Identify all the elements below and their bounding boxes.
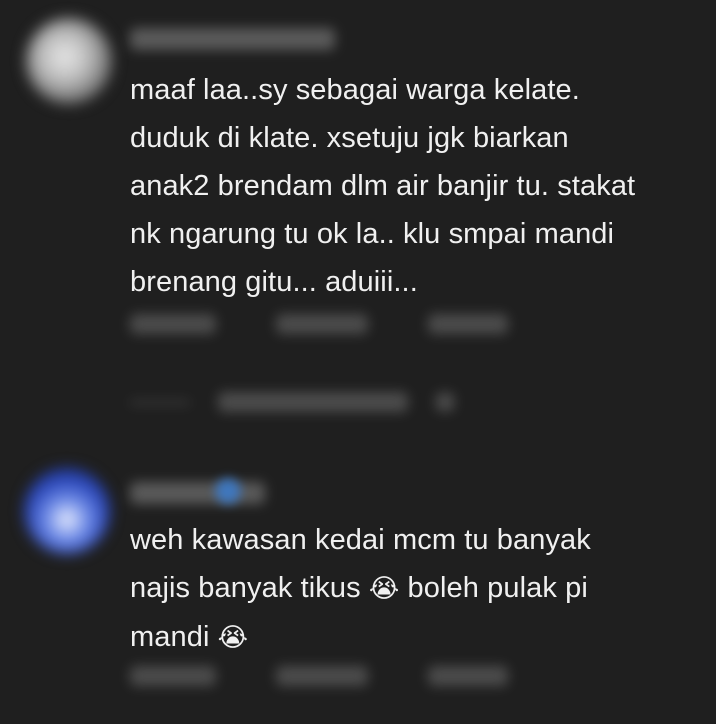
comment-line: maaf laa..sy sebagai warga kelate.	[130, 74, 580, 106]
comment-line: anak2 brendam dlm air banjir tu. stakat	[130, 170, 636, 202]
comment-line-text: najis banyak tikus	[130, 572, 369, 604]
comment-text: weh kawasan kedai mcm tu banyak najis ba…	[130, 516, 710, 662]
avatar[interactable]	[26, 18, 112, 104]
comment-line: nk ngarung tu ok la.. klu smpai mandi	[130, 218, 615, 250]
view-replies-label-blurred	[218, 392, 408, 412]
comment-line: weh kawasan kedai mcm tu banyak	[130, 524, 591, 556]
view-replies-button[interactable]	[130, 390, 454, 414]
comment-text: maaf laa..sy sebagai warga kelate. duduk…	[130, 66, 710, 306]
chevron-down-icon	[436, 393, 454, 411]
replies-divider	[130, 400, 190, 404]
comment-line: brenang gitu... aduiii...	[130, 266, 418, 298]
timestamp-blurred	[130, 666, 216, 686]
comment-line: najis banyak tikus 😭 boleh pulak pi	[130, 564, 710, 613]
comment-line: mandi 😭	[130, 613, 710, 662]
timestamp-blurred	[130, 314, 216, 334]
comment-line-text: mandi	[130, 621, 218, 653]
avatar[interactable]	[24, 468, 110, 554]
reply-button-blurred[interactable]	[428, 314, 508, 334]
loudly-crying-emoji-icon: 😭	[217, 623, 249, 653]
like-button-blurred[interactable]	[276, 314, 368, 334]
verified-badge-icon	[215, 478, 241, 504]
comment-actions	[130, 666, 508, 690]
username-blurred[interactable]	[130, 28, 335, 50]
like-button-blurred[interactable]	[276, 666, 368, 686]
reply-button-blurred[interactable]	[428, 666, 508, 686]
loudly-crying-emoji-icon: 😭	[368, 574, 400, 604]
comment-line-text: boleh pulak pi	[399, 572, 588, 604]
comment-line: duduk di klate. xsetuju jgk biarkan	[130, 122, 569, 154]
username-blurred[interactable]	[130, 482, 265, 504]
comment-actions	[130, 314, 508, 338]
